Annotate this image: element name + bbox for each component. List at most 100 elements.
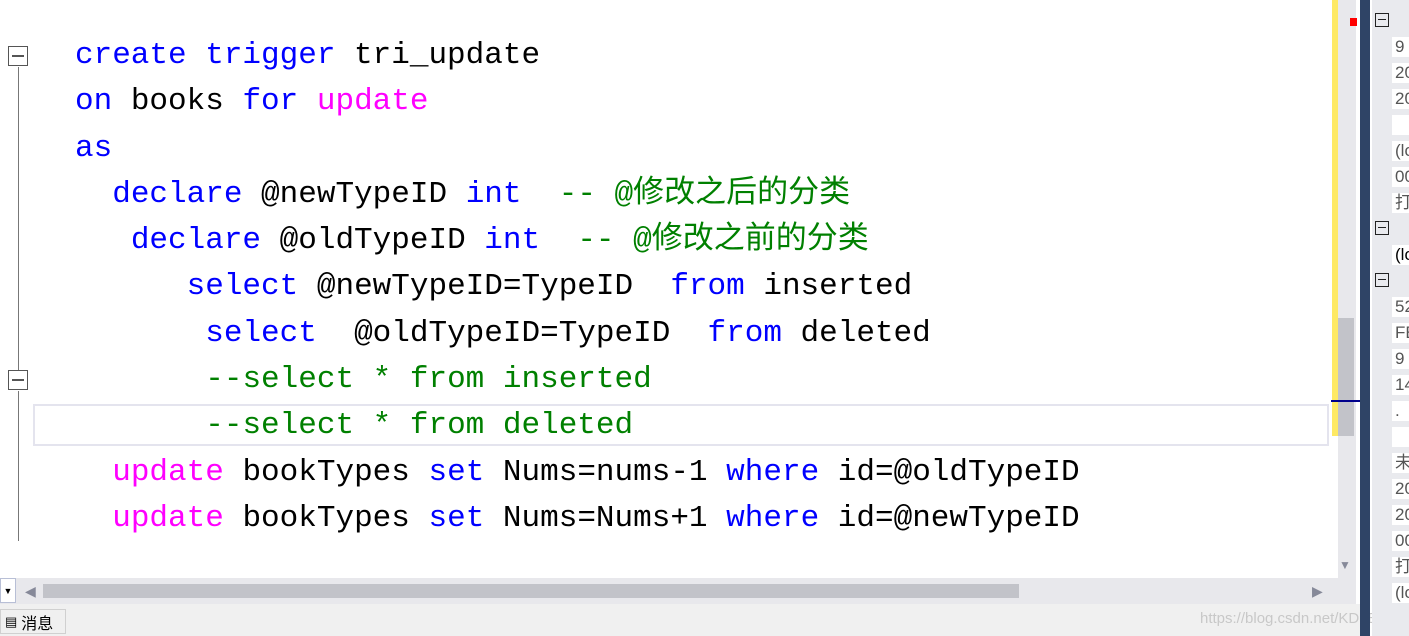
code-token: select bbox=[186, 269, 317, 305]
zoom-dropdown-icon[interactable]: ▼ bbox=[0, 578, 16, 603]
result-row: 20 bbox=[1392, 479, 1409, 499]
collapse-icon[interactable] bbox=[8, 370, 28, 390]
code-token: --select * from deleted bbox=[205, 408, 634, 444]
code-token: id=@newTypeID bbox=[837, 500, 1080, 536]
code-token: id=@oldTypeID bbox=[837, 454, 1080, 490]
code-token: declare bbox=[130, 223, 280, 259]
messages-tab[interactable]: ▤ 消息 bbox=[0, 609, 66, 634]
result-row: (lo bbox=[1392, 141, 1409, 161]
horizontal-scroll-thumb[interactable] bbox=[43, 584, 1019, 598]
code-text[interactable]: create trigger tri_update on books for up… bbox=[75, 33, 1080, 542]
code-line[interactable]: on books for update bbox=[75, 79, 1080, 125]
caret-position-marker bbox=[1331, 400, 1360, 402]
code-token: from bbox=[670, 269, 764, 305]
result-row: 9 bbox=[1392, 349, 1409, 369]
code-line[interactable]: --select * from deleted bbox=[75, 403, 1080, 449]
code-token: as bbox=[75, 130, 113, 166]
code-line[interactable]: create trigger tri_update bbox=[75, 33, 1080, 79]
result-row: (lo bbox=[1392, 245, 1409, 265]
code-token: int bbox=[484, 223, 541, 259]
code-token: update bbox=[316, 84, 429, 120]
result-row: (lo bbox=[1392, 583, 1409, 603]
code-token: update bbox=[112, 454, 243, 490]
code-token: set bbox=[428, 500, 503, 536]
result-row: FE bbox=[1392, 323, 1409, 343]
collapse-icon[interactable] bbox=[1375, 273, 1389, 287]
result-row bbox=[1392, 115, 1409, 135]
code-line[interactable]: --select * from inserted bbox=[75, 357, 1080, 403]
code-token: set bbox=[428, 454, 503, 490]
code-editor[interactable]: create trigger tri_update on books for up… bbox=[0, 0, 1330, 578]
code-line[interactable]: update bookTypes set Nums=Nums+1 where i… bbox=[75, 496, 1080, 542]
code-token: inserted bbox=[763, 269, 913, 305]
collapse-icon[interactable] bbox=[1375, 221, 1389, 235]
code-token: @oldTypeID=TypeID bbox=[354, 315, 708, 351]
code-token: @oldTypeID bbox=[279, 223, 485, 259]
code-token: tri_update bbox=[354, 38, 541, 73]
code-line[interactable]: declare @newTypeID int -- @修改之后的分类 bbox=[75, 172, 1080, 218]
result-row: 52 bbox=[1392, 297, 1409, 317]
code-token: update bbox=[112, 500, 243, 536]
scroll-right-icon[interactable]: ▶ bbox=[1312, 583, 1323, 600]
code-token: deleted bbox=[800, 315, 931, 351]
result-row: 00 bbox=[1392, 531, 1409, 551]
code-token: bookTypes bbox=[242, 454, 429, 490]
code-token: @newTypeID bbox=[261, 176, 466, 212]
vertical-scroll-thumb[interactable] bbox=[1338, 318, 1354, 436]
right-panel: 9 20 20 (lo 00 打 (lo 52 FE 9 14. 未 20 20 00 打 (lo bbox=[1372, 0, 1409, 636]
error-marker bbox=[1350, 18, 1357, 26]
result-row: 20 bbox=[1392, 63, 1409, 83]
code-token: -- @修改之后的分类 bbox=[558, 176, 851, 212]
code-token: --select * from inserted bbox=[205, 362, 652, 398]
code-token: bookTypes bbox=[242, 500, 429, 536]
code-token: create trigger bbox=[75, 38, 355, 73]
code-token: Nums=nums-1 bbox=[502, 454, 727, 490]
result-row: 14 bbox=[1392, 375, 1409, 395]
code-token: where bbox=[726, 454, 838, 490]
code-token: on bbox=[75, 84, 131, 120]
code-token: -- @修改之前的分类 bbox=[577, 223, 869, 259]
result-row: 00 bbox=[1392, 167, 1409, 187]
code-line[interactable]: declare @oldTypeID int -- @修改之前的分类 bbox=[75, 218, 1080, 264]
code-token: int bbox=[465, 176, 522, 212]
result-row: 20 bbox=[1392, 505, 1409, 525]
collapse-icon[interactable] bbox=[1375, 13, 1389, 27]
code-token: for bbox=[242, 84, 317, 120]
fold-line bbox=[18, 391, 19, 541]
code-line[interactable]: select @oldTypeID=TypeID from deleted bbox=[75, 311, 1080, 357]
result-row: 打 bbox=[1392, 193, 1409, 213]
code-token: select bbox=[205, 315, 355, 351]
collapse-icon[interactable] bbox=[8, 46, 28, 66]
code-token: books bbox=[130, 84, 243, 120]
code-token: from bbox=[707, 315, 801, 351]
result-row: 打 bbox=[1392, 557, 1409, 577]
code-token: declare bbox=[112, 176, 262, 212]
scroll-down-icon[interactable]: ▼ bbox=[1339, 558, 1351, 572]
result-row: . bbox=[1392, 401, 1409, 421]
fold-line bbox=[18, 67, 19, 370]
code-token: where bbox=[726, 500, 838, 536]
result-row bbox=[1392, 427, 1409, 447]
messages-icon: ▤ bbox=[5, 613, 18, 629]
code-line[interactable]: as bbox=[75, 126, 1080, 172]
result-row: 9 bbox=[1392, 37, 1409, 57]
result-row: 未 bbox=[1392, 453, 1409, 473]
code-line[interactable]: update bookTypes set Nums=nums-1 where i… bbox=[75, 450, 1080, 496]
code-line[interactable]: select @newTypeID=TypeID from inserted bbox=[75, 264, 1080, 310]
vertical-scrollbar[interactable] bbox=[1338, 0, 1356, 578]
scroll-left-icon[interactable]: ◀ bbox=[25, 583, 36, 600]
result-row: 20 bbox=[1392, 89, 1409, 109]
results-tab-bar bbox=[0, 604, 1360, 636]
panel-splitter[interactable] bbox=[1360, 0, 1370, 636]
code-token: Nums=Nums+1 bbox=[502, 500, 727, 536]
